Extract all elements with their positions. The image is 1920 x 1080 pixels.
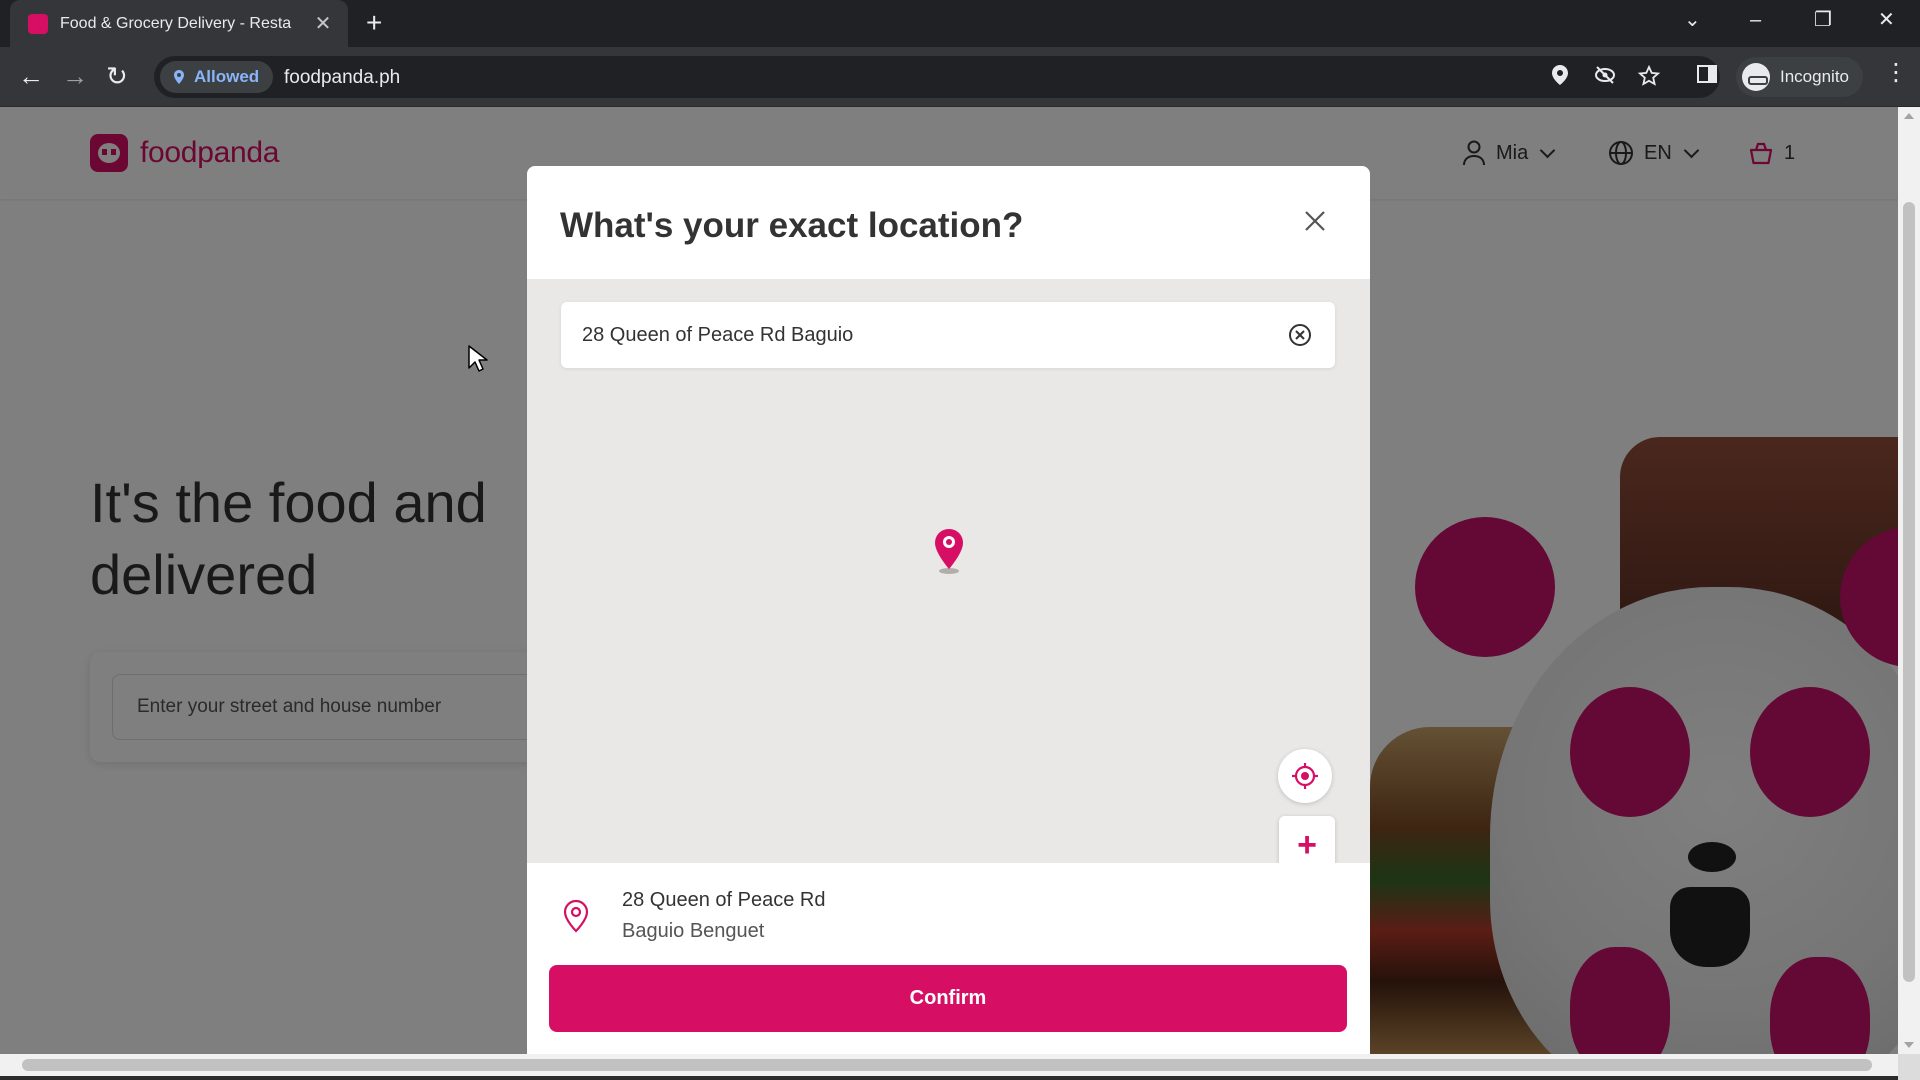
window-close-button[interactable]: ✕ (1878, 8, 1895, 32)
location-modal: What's your exact location? 28 Queen of … (527, 166, 1370, 1054)
selected-address: 28 Queen of Peace Rd Baguio Benguet (527, 863, 1370, 973)
incognito-icon (1742, 63, 1770, 91)
reload-button[interactable]: ↻ (106, 61, 128, 91)
scrollbar-corner (1898, 1054, 1920, 1080)
page-viewport: foodpanda Mia EN 1 It's the food and del… (0, 107, 1898, 1054)
location-pin-icon (563, 899, 589, 933)
crosshair-icon (1292, 763, 1318, 789)
modal-title: What's your exact location? (560, 206, 1024, 245)
location-permission-chip[interactable]: Allowed (160, 61, 274, 93)
eye-off-icon[interactable] (1594, 65, 1616, 91)
tab-title: Food & Grocery Delivery - Resta (60, 14, 292, 32)
scroll-down-arrow-icon[interactable] (1904, 1042, 1914, 1048)
locate-me-button[interactable] (1278, 749, 1332, 803)
sidebar-icon[interactable] (1696, 63, 1718, 91)
location-search-value: 28 Queen of Peace Rd Baguio (582, 323, 854, 346)
address-street: 28 Queen of Peace Rd (622, 889, 826, 911)
forward-button[interactable]: → (62, 61, 88, 91)
horizontal-scrollbar[interactable] (0, 1054, 1898, 1076)
url-text[interactable]: foodpanda.ph (284, 67, 400, 89)
close-icon[interactable] (1300, 206, 1330, 236)
horizontal-scroll-thumb[interactable] (22, 1059, 1872, 1071)
menu-icon[interactable]: ⋮ (1884, 61, 1908, 85)
clear-icon[interactable] (1287, 322, 1313, 348)
minimize-button[interactable]: – (1750, 8, 1761, 32)
vertical-scrollbar[interactable] (1898, 107, 1920, 1054)
mouse-cursor-icon (468, 345, 488, 372)
location-pin-icon (174, 70, 184, 84)
foodpanda-favicon-icon (28, 13, 48, 34)
vertical-scroll-thumb[interactable] (1903, 202, 1915, 982)
back-button[interactable]: ← (18, 61, 44, 91)
restore-button[interactable]: ❐ (1814, 8, 1832, 32)
address-bar[interactable]: Allowed foodpanda.ph (154, 56, 1720, 98)
map-area[interactable]: 28 Queen of Peace Rd Baguio + (527, 279, 1370, 933)
map-pin-icon[interactable] (929, 527, 969, 575)
incognito-profile-chip[interactable]: Incognito (1736, 57, 1863, 97)
location-search-input[interactable]: 28 Queen of Peace Rd Baguio (561, 302, 1335, 368)
window-bottom-edge (0, 1076, 1898, 1080)
new-tab-button[interactable]: + (366, 8, 382, 38)
star-icon[interactable] (1637, 64, 1661, 93)
browser-toolbar: ← → ↻ Allowed foodpanda.ph ⋮ (0, 47, 1920, 107)
incognito-label: Incognito (1780, 67, 1849, 86)
browser-tab-strip: Food & Grocery Delivery - Resta ✕ + ⌄ – … (0, 0, 1920, 47)
permission-label: Allowed (194, 67, 260, 86)
scroll-up-arrow-icon[interactable] (1904, 113, 1914, 119)
address-city: Baguio Benguet (622, 920, 765, 942)
location-icon[interactable] (1552, 65, 1568, 91)
confirm-button[interactable]: Confirm (549, 965, 1347, 1032)
tab-close-icon[interactable]: ✕ (312, 11, 334, 36)
browser-tab[interactable]: Food & Grocery Delivery - Resta ✕ (10, 0, 348, 47)
tab-search-chevron-icon[interactable]: ⌄ (1684, 8, 1701, 32)
